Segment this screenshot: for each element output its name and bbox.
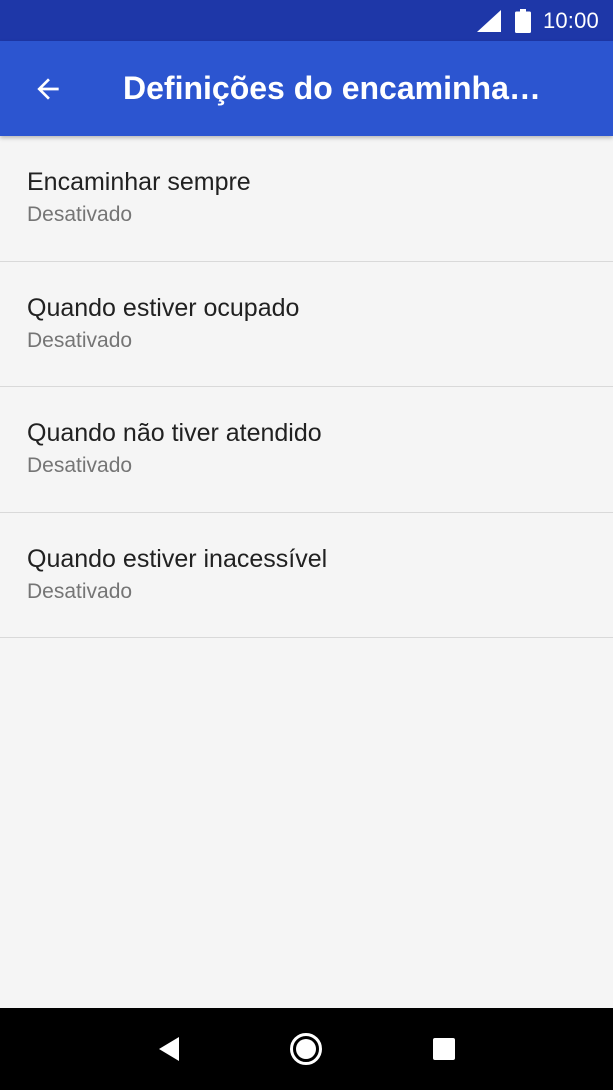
setting-summary: Desativado [27, 579, 133, 603]
settings-list: Encaminhar sempre Desativado Quando esti… [0, 136, 613, 638]
status-bar: 10:00 [0, 0, 613, 41]
setting-when-busy[interactable]: Quando estiver ocupado Desativado [0, 262, 613, 387]
nav-recents-button[interactable] [414, 1019, 474, 1079]
signal-icon [476, 9, 501, 32]
battery-icon [514, 8, 531, 33]
status-clock: 10:00 [542, 7, 599, 33]
setting-summary: Desativado [27, 328, 133, 352]
home-circle-icon [290, 1033, 323, 1065]
back-button[interactable] [0, 41, 96, 136]
arrow-back-icon [37, 77, 59, 100]
setting-title: Quando estiver ocupado [27, 293, 300, 322]
setting-title: Encaminhar sempre [27, 168, 251, 197]
app-bar: Definições do encaminhamento de chamadas [0, 41, 613, 136]
setting-summary: Desativado [27, 203, 133, 227]
recents-square-icon [433, 1038, 456, 1060]
setting-when-unreachable[interactable]: Quando estiver inacessível Desativado [0, 513, 613, 638]
nav-home-button[interactable] [276, 1019, 336, 1079]
setting-summary: Desativado [27, 454, 133, 478]
nav-back-button[interactable] [139, 1019, 199, 1079]
navigation-bar [0, 1008, 613, 1090]
setting-when-unanswered[interactable]: Quando não tiver atendido Desativado [0, 387, 613, 513]
page-title: Definições do encaminhamento de chamadas [123, 70, 563, 106]
back-triangle-icon [158, 1037, 179, 1061]
setting-title: Quando não tiver atendido [27, 419, 322, 448]
setting-title: Quando estiver inacessível [27, 544, 328, 573]
setting-always-forward[interactable]: Encaminhar sempre Desativado [0, 136, 613, 262]
